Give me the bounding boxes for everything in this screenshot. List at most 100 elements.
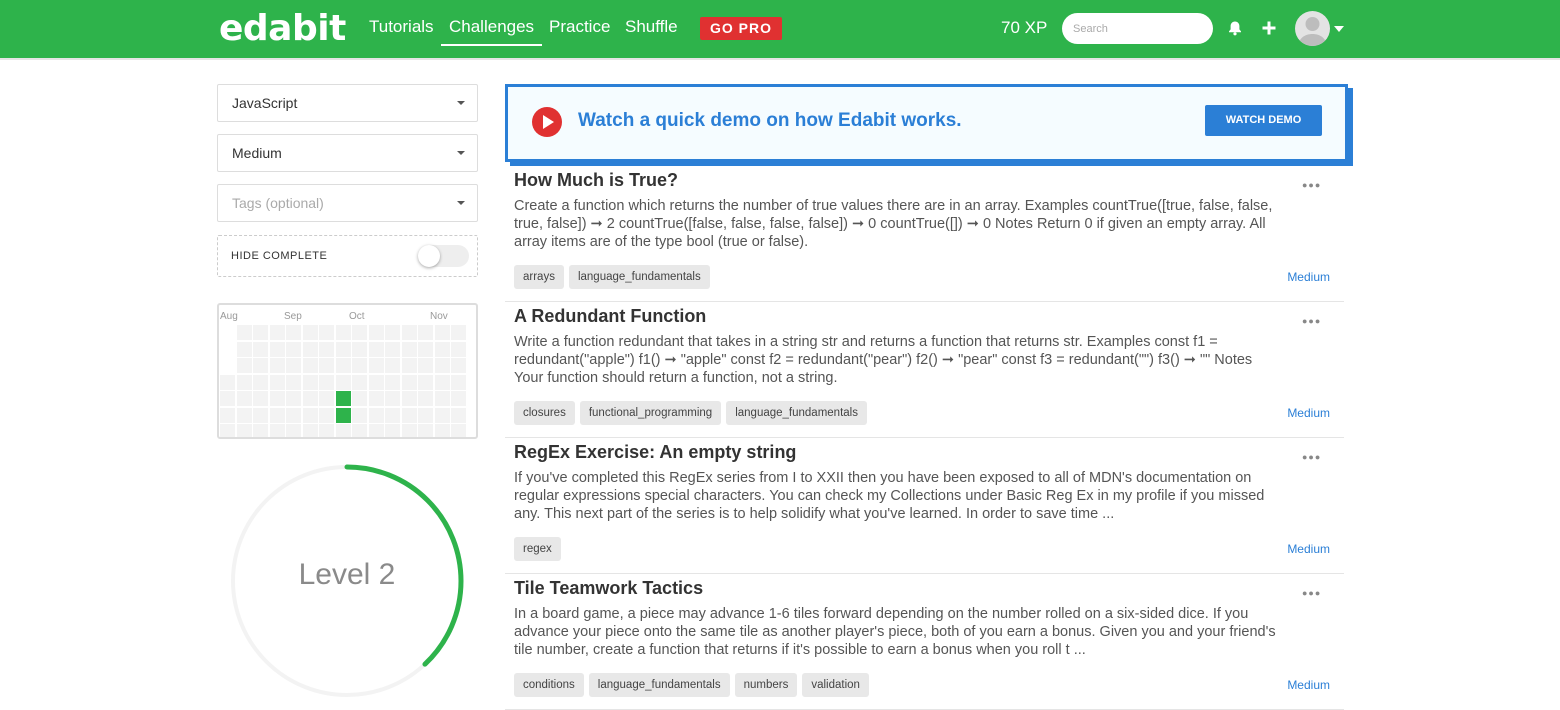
more-options-icon[interactable]: ●●● — [1302, 316, 1321, 326]
heatmap-cell — [352, 391, 367, 406]
tag-list: conditions language_fundamentals numbers va… — [514, 673, 869, 697]
heatmap-cell — [385, 325, 400, 340]
heatmap-cell — [352, 358, 367, 373]
tag-chip[interactable]: conditions — [514, 673, 584, 697]
watch-demo-button[interactable]: WATCH DEMO — [1205, 105, 1322, 136]
hide-complete-toggle[interactable] — [418, 245, 469, 267]
heatmap-cell — [368, 374, 384, 390]
edabit-logo[interactable]: edabit — [219, 8, 346, 49]
heatmap-cell — [253, 424, 268, 437]
heatmap-cell — [434, 374, 450, 390]
challenge-title[interactable]: RegEx Exercise: An empty string — [514, 442, 796, 463]
heatmap-cell — [385, 374, 400, 390]
heatmap-cell — [451, 374, 466, 390]
difficulty-select[interactable]: Medium — [217, 134, 478, 172]
heatmap-cell — [236, 325, 252, 340]
plus-icon[interactable] — [1259, 18, 1279, 38]
heatmap-cell — [302, 391, 318, 406]
tag-chip[interactable]: regex — [514, 537, 561, 561]
challenge-description: Write a function redundant that takes in… — [514, 334, 1253, 386]
tag-list: arrays language_fundamentals — [514, 265, 710, 289]
challenge-card[interactable]: How Much is True? Create a function which… — [505, 166, 1344, 302]
heatmap-cell — [418, 407, 433, 423]
tag-chip[interactable]: numbers — [734, 673, 798, 697]
difficulty-label: Medium — [1287, 678, 1330, 692]
chevron-down-icon — [457, 101, 465, 105]
tag-chip[interactable]: validation — [802, 673, 869, 697]
tag-chip[interactable]: language_fundamentals — [726, 401, 867, 425]
heatmap-cell — [253, 391, 268, 406]
heatmap-cell — [236, 424, 252, 437]
heatmap-cell — [335, 325, 351, 340]
challenge-title[interactable]: How Much is True? — [514, 170, 678, 191]
challenge-card[interactable]: RegEx Exercise: An empty string If you've… — [505, 438, 1344, 574]
challenge-card[interactable]: Tile Teamwork Tactics In a board game, a … — [505, 574, 1344, 710]
language-select[interactable]: JavaScript — [217, 84, 478, 122]
heatmap-cell — [335, 374, 351, 390]
heatmap-cell — [434, 391, 450, 406]
heatmap-cell — [220, 407, 235, 423]
heatmap-cell — [269, 391, 285, 406]
heatmap-cell — [319, 341, 334, 357]
heatmap-cell — [286, 358, 301, 373]
nav-challenges[interactable]: Challenges — [440, 17, 543, 46]
tag-chip[interactable]: language_fundamentals — [588, 673, 730, 697]
heatmap-cell — [220, 391, 235, 406]
heatmap-cell — [286, 391, 301, 406]
demo-banner: Watch a quick demo on how Edabit works. … — [505, 84, 1348, 162]
challenge-description: Create a function which returns the numb… — [514, 198, 1273, 250]
tag-chip[interactable]: arrays — [514, 265, 564, 289]
tag-chip[interactable]: language_fundamentals — [568, 265, 710, 289]
xp-counter: 70 XP — [1001, 18, 1048, 37]
heatmap-cell — [335, 341, 351, 357]
heatmap-cell — [236, 358, 252, 373]
challenge-title[interactable]: A Redundant Function — [514, 306, 706, 327]
language-select-value: JavaScript — [232, 95, 298, 111]
heatmap-cell — [401, 424, 417, 437]
heatmap-cell — [418, 374, 433, 390]
nav-practice[interactable]: Practice — [549, 17, 610, 37]
more-options-icon[interactable]: ●●● — [1302, 180, 1321, 190]
heatmap-cell — [286, 341, 301, 357]
user-avatar[interactable] — [1295, 11, 1330, 46]
search-input[interactable] — [1062, 13, 1213, 44]
heatmap-cell — [319, 358, 334, 373]
more-options-icon[interactable]: ●●● — [1302, 588, 1321, 598]
challenge-title[interactable]: Tile Teamwork Tactics — [514, 578, 703, 599]
go-pro-button[interactable]: GO PRO — [700, 17, 782, 40]
toggle-knob — [418, 245, 440, 267]
heatmap-cell — [319, 325, 334, 340]
heatmap-cell — [385, 391, 400, 406]
heatmap-cell — [302, 374, 318, 390]
heatmap-cell — [220, 374, 235, 390]
heatmap-cell — [368, 407, 384, 423]
difficulty-select-value: Medium — [232, 145, 282, 161]
heatmap-cell — [253, 325, 268, 340]
difficulty-label: Medium — [1287, 542, 1330, 556]
nav-shuffle[interactable]: Shuffle — [625, 17, 678, 37]
more-options-icon[interactable]: ●●● — [1302, 452, 1321, 462]
heatmap-month-label: Nov — [430, 311, 448, 322]
heatmap-cell — [434, 341, 450, 357]
heatmap-cell — [385, 424, 400, 437]
heatmap-cell — [319, 391, 334, 406]
tags-select[interactable]: Tags (optional) — [217, 184, 478, 222]
caret-down-icon[interactable] — [1334, 26, 1344, 32]
heatmap-cell — [335, 391, 351, 406]
hide-complete-label: HIDE COMPLETE — [231, 250, 328, 262]
nav-tutorials[interactable]: Tutorials — [369, 17, 434, 37]
bell-icon[interactable] — [1225, 18, 1245, 38]
heatmap-cell — [302, 407, 318, 423]
heatmap-cell — [451, 325, 466, 340]
heatmap-cell — [302, 358, 318, 373]
tag-chip[interactable]: closures — [514, 401, 575, 425]
heatmap-cell — [286, 374, 301, 390]
heatmap-cell — [401, 407, 417, 423]
tag-chip[interactable]: functional_programming — [579, 401, 722, 425]
heatmap-cell — [269, 325, 285, 340]
heatmap-cell — [418, 424, 433, 437]
heatmap-cell — [253, 358, 268, 373]
challenge-card[interactable]: A Redundant Function Write a function red… — [505, 302, 1344, 438]
play-icon[interactable] — [532, 107, 562, 137]
heatmap-cell — [335, 424, 351, 437]
